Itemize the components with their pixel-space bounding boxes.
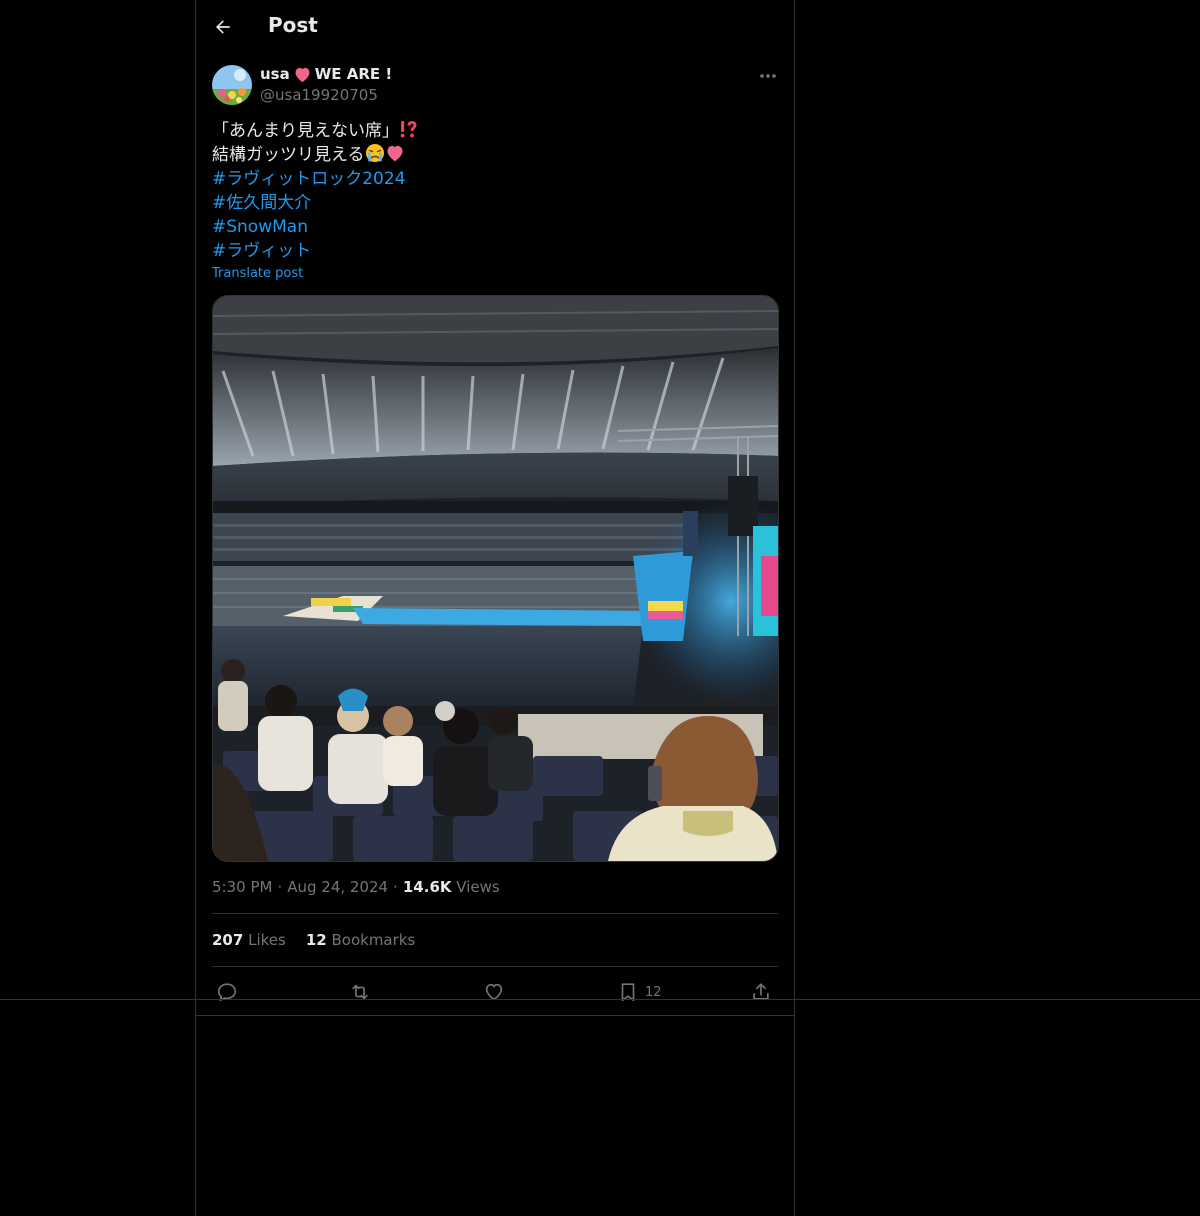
likes-count: 207 (212, 931, 244, 949)
views-count: 14.6K (402, 878, 452, 896)
display-name-suffix: WE ARE ! (314, 65, 393, 83)
exclamation-question-icon (400, 121, 417, 138)
author-name[interactable]: usa WE ARE ! (260, 65, 392, 83)
arrow-left-icon (216, 20, 230, 34)
like-button[interactable] (483, 980, 505, 1004)
post-date[interactable]: Aug 24, 2024 (287, 878, 388, 896)
action-bar: 12 (212, 980, 778, 1004)
separator: · (277, 878, 283, 896)
post-photo[interactable] (212, 295, 779, 862)
back-button[interactable] (206, 10, 240, 44)
crying-face-icon (365, 144, 384, 162)
more-horizontal-icon (760, 74, 776, 78)
post-line-1-text: 「あんまり見えない席」 (212, 121, 399, 141)
author-handle[interactable]: @usa19920705 (260, 86, 378, 104)
display-name: usa (260, 65, 290, 83)
bookmark-button[interactable]: 12 (617, 980, 662, 1004)
pink-heart-icon (295, 67, 310, 82)
avatar-image (212, 65, 252, 105)
bookmarks-count: 12 (305, 931, 327, 949)
bookmarks-stat[interactable]: 12 Bookmarks (306, 931, 415, 949)
divider (195, 1015, 795, 1016)
post-time[interactable]: 5:30 PM (212, 878, 272, 896)
more-button[interactable] (756, 66, 780, 86)
separator: · (393, 878, 398, 896)
views: 14.6K Views (403, 878, 500, 896)
repost-button[interactable] (349, 980, 371, 1004)
likes-label: Likes (248, 931, 286, 949)
bookmark-count: 12 (645, 984, 662, 1000)
main-column: Post usa WE ARE ! @usa19920705 「あんまり見えない… (195, 0, 795, 1216)
avatar[interactable] (212, 65, 252, 105)
likes-stat[interactable]: 207 Likes (212, 931, 286, 949)
post-line-2-text: 結構ガッツリ見える (212, 145, 365, 165)
engagement-stats: 207 Likes 12 Bookmarks (212, 931, 415, 949)
divider (212, 913, 778, 914)
divider (0, 999, 1200, 1000)
hashtag-link[interactable]: #ラヴィットロック2024 (212, 169, 406, 189)
hashtag-link[interactable]: #SnowMan (212, 217, 308, 237)
post-line-1: 「あんまり見えない席」 (212, 119, 419, 143)
post-line-2: 結構ガッツリ見える (212, 143, 419, 167)
post-text: 「あんまり見えない席」 結構ガッツリ見える #ラヴィットロック2024 #佐久間… (212, 119, 419, 263)
bookmarks-label: Bookmarks (331, 931, 416, 949)
post-meta: 5:30 PM · Aug 24, 2024 · 14.6K Views (212, 878, 500, 896)
translate-post-link[interactable]: Translate post (212, 266, 303, 281)
share-button[interactable] (750, 980, 772, 1004)
divider (212, 966, 778, 967)
pink-heart-icon (387, 145, 402, 162)
page-title: Post (268, 13, 318, 37)
reply-button[interactable] (216, 980, 238, 1004)
hashtag-link[interactable]: #ラヴィット (212, 241, 311, 261)
arena-photo-image (213, 296, 778, 861)
views-label: Views (456, 878, 500, 896)
hashtag-link[interactable]: #佐久間大介 (212, 193, 311, 213)
post-header: Post (196, 0, 794, 53)
